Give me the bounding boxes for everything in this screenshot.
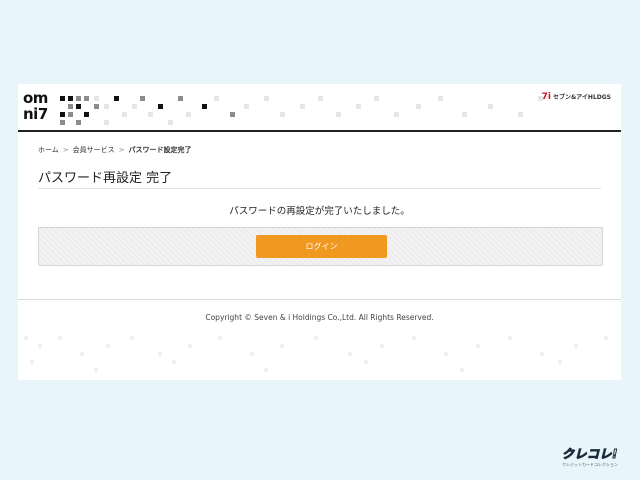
omni7-logo[interactable]: om ni7 [23, 90, 55, 126]
breadcrumb-current: パスワード設定完了 [128, 146, 192, 154]
header-pixel-pattern [60, 96, 543, 125]
breadcrumb: ホーム > 会員サービス > パスワード設定完了 [38, 145, 192, 155]
breadcrumb-separator: > [62, 146, 69, 154]
completion-message: パスワードの再設定が完了いたしました。 [229, 206, 410, 217]
login-panel: ログイン [38, 227, 603, 266]
logo-line-2: ni7 [23, 105, 48, 123]
watermark-sub: クレジットカードコレクション [562, 462, 618, 467]
title-divider [38, 188, 601, 189]
logo-line-1: om [23, 89, 48, 107]
seven-and-i-logo: 7i セブン&アイHLDGS [542, 92, 611, 102]
breadcrumb-separator: > [118, 146, 125, 154]
footer-pixel-pattern [24, 336, 608, 372]
page-title: パスワード再設定 完了 [38, 171, 173, 186]
seven-and-i-mark: 7i [541, 92, 551, 102]
breadcrumb-home-link[interactable]: ホーム [38, 146, 59, 154]
footer-divider [18, 299, 621, 300]
watermark-main: クレコレ! [562, 447, 618, 462]
watermark-logo: クレコレ! クレジットカードコレクション [562, 447, 630, 469]
seven-and-i-text: セブン&アイHLDGS [552, 94, 611, 101]
breadcrumb-member-services-link[interactable]: 会員サービス [73, 146, 115, 154]
login-button[interactable]: ログイン [256, 235, 387, 258]
copyright-text: Copyright © Seven & i Holdings Co.,Ltd. … [205, 313, 434, 322]
page-frame: om ni7 7i セブン&アイHLDGS ホーム > 会員サービス > パスワード設定完… [18, 84, 621, 380]
site-header: om ni7 7i セブン&アイHLDGS [18, 84, 621, 132]
